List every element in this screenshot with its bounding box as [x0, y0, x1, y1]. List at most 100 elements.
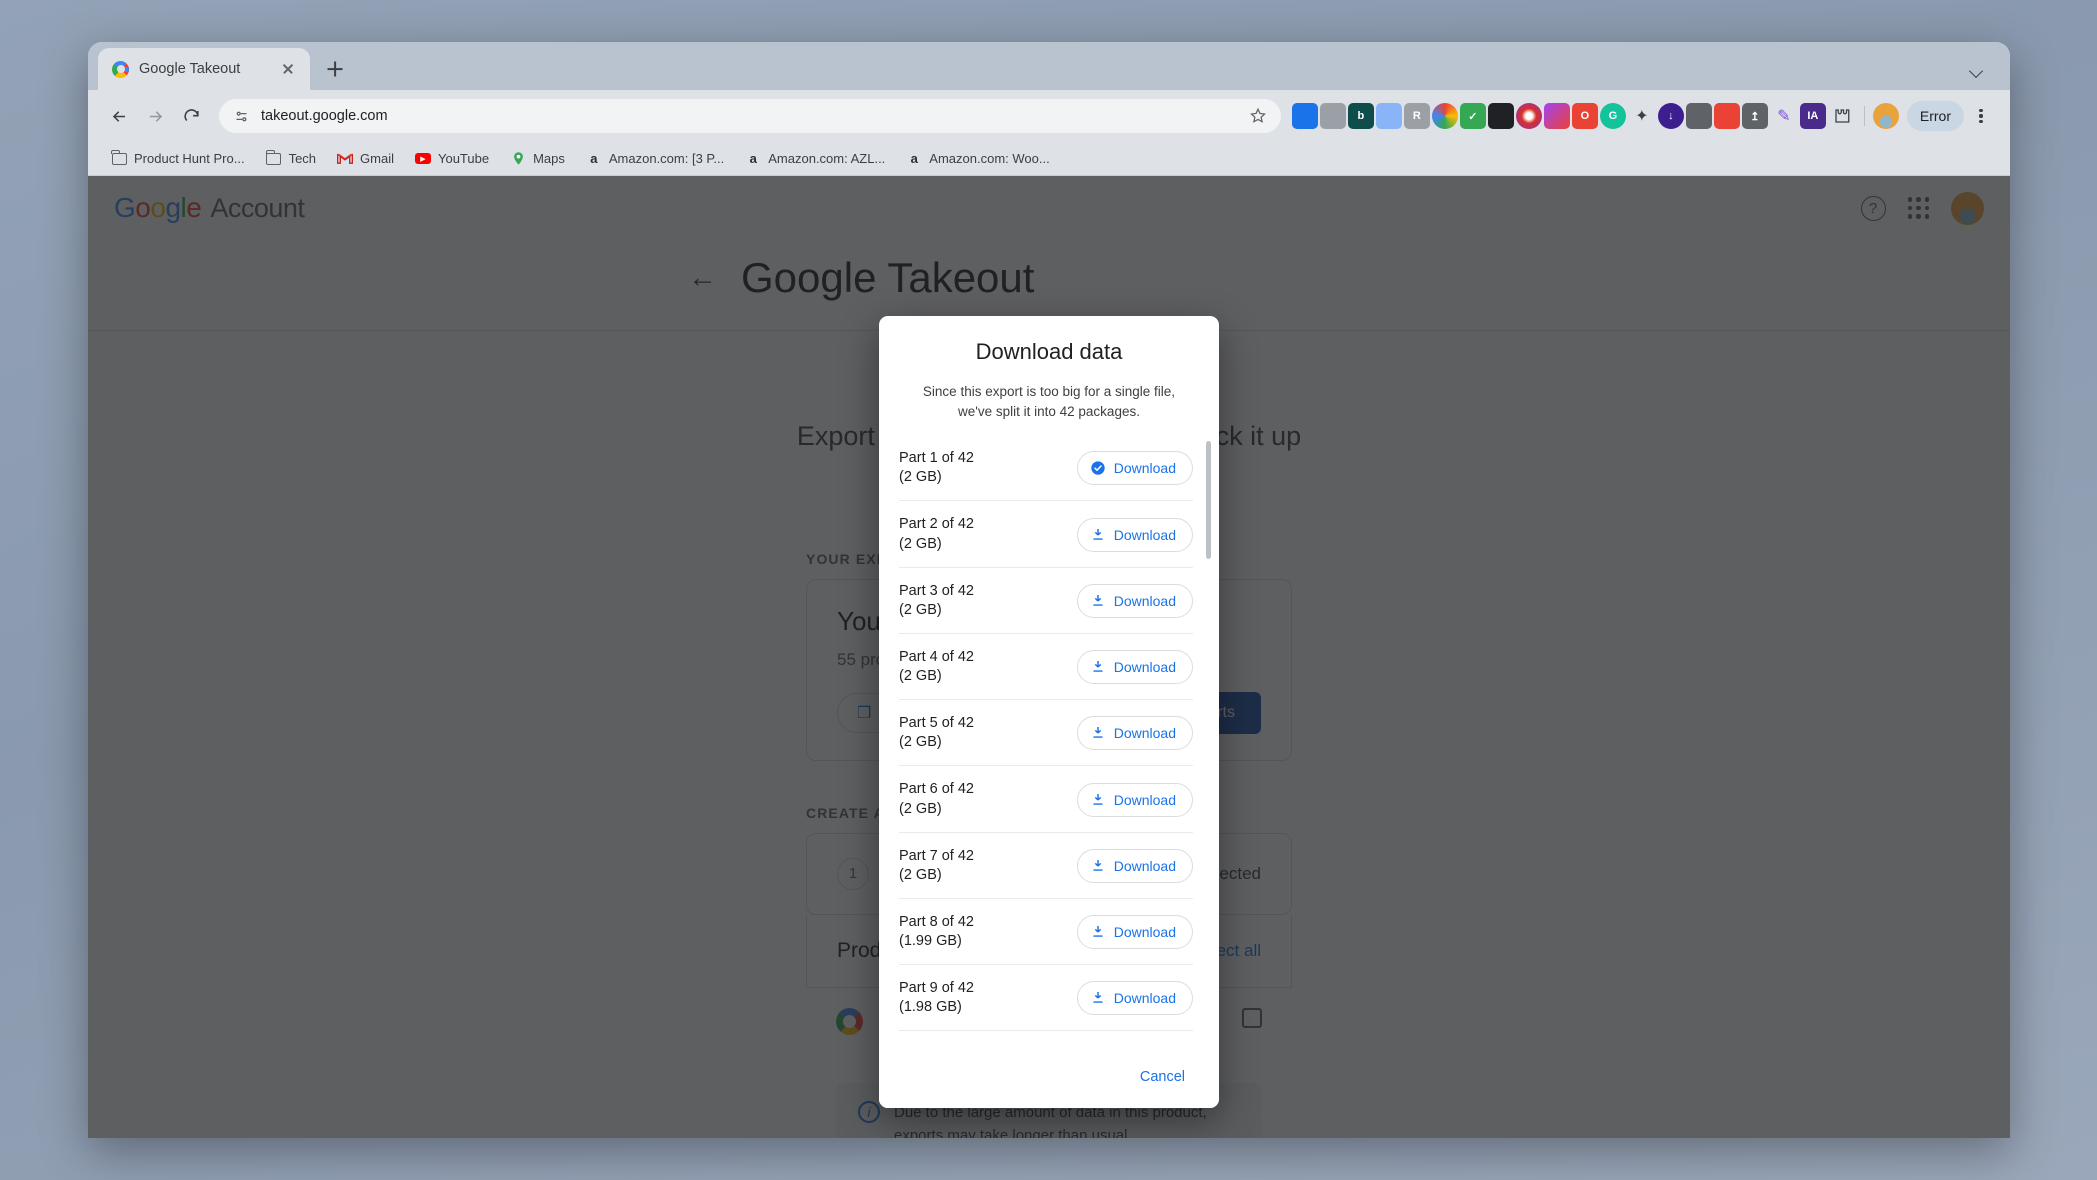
bookmarks-bar: Product Hunt Pro... Tech Gmail ▶ YouTube…: [88, 142, 2010, 176]
sparkle-extension-icon[interactable]: ✦: [1628, 102, 1656, 130]
part-size: (1.98 GB): [899, 999, 962, 1016]
part-info: Part 2 of 42 (2 GB): [899, 515, 974, 553]
part-size: (2 GB): [899, 668, 942, 684]
gradient-extension-icon[interactable]: [1543, 103, 1570, 129]
wave-extension-icon[interactable]: [1375, 103, 1402, 129]
amazon-icon: a: [590, 151, 598, 166]
download-extension-icon[interactable]: ↓: [1657, 103, 1684, 129]
cancel-button[interactable]: Cancel: [1130, 1060, 1195, 1094]
bookmark-youtube[interactable]: ▶ YouTube: [406, 147, 498, 171]
toolbar-divider: [1863, 106, 1865, 126]
forward-arrow-icon[interactable]: [138, 99, 172, 133]
r-extension-icon[interactable]: R: [1403, 103, 1430, 129]
new-tab-button[interactable]: [318, 52, 352, 86]
download-button[interactable]: Download: [1076, 716, 1193, 751]
dialog-title: Download data: [975, 339, 1123, 364]
part-size: (2 GB): [899, 800, 942, 817]
browser-menu-icon[interactable]: [1968, 103, 1994, 129]
grammarly-extension-icon[interactable]: G: [1599, 103, 1626, 129]
stripes-extension-icon[interactable]: [1291, 103, 1318, 129]
dialog-scrollbar-thumb[interactable]: [1206, 441, 1211, 560]
o-extension-icon[interactable]: O: [1571, 103, 1598, 129]
part-info: Part 4 of 42 (2 GB): [899, 648, 974, 686]
download-button[interactable]: Download: [1076, 583, 1193, 618]
pen-extension-icon[interactable]: ✎: [1770, 102, 1798, 130]
download-icon: [1090, 659, 1106, 675]
download-icon: [1090, 527, 1106, 543]
bitwarden-extension-icon[interactable]: b: [1347, 103, 1374, 129]
download-button[interactable]: Download: [1076, 848, 1193, 883]
download-button[interactable]: Download: [1076, 782, 1193, 817]
download-data-dialog: Download data Since this export is too b…: [879, 316, 1219, 1108]
bookmark-gmail[interactable]: Gmail: [328, 147, 403, 171]
image-extension-icon[interactable]: [1713, 103, 1740, 129]
download-icon: [1090, 593, 1106, 609]
bookmark-maps[interactable]: Maps: [501, 147, 574, 171]
amazon-icon: a: [749, 151, 757, 166]
close-icon[interactable]: [278, 59, 298, 79]
bookmark-amazon-3[interactable]: a Amazon.com: Woo...: [897, 147, 1058, 171]
bookmark-tech[interactable]: Tech: [257, 147, 325, 171]
part-name: Part 1 of 42: [899, 450, 974, 467]
download-label: Download: [1113, 791, 1176, 808]
ia-extension-icon[interactable]: IA: [1799, 103, 1826, 129]
part-name: Part 9 of 42: [899, 980, 974, 997]
part-row: Part 10 of 42(1.98 GB)Download: [899, 1031, 1193, 1046]
download-button[interactable]: Download: [1076, 517, 1193, 552]
download-label: Download: [1113, 857, 1176, 874]
address-bar[interactable]: takeout.google.com: [219, 99, 1281, 133]
avatar[interactable]: [1872, 103, 1899, 129]
download-button[interactable]: Download: [1076, 650, 1193, 684]
part-size: (2 GB): [899, 469, 942, 486]
extension-icons: b R ✓ O G ✦ ↓ ↥ ✎ IA: [1291, 102, 1856, 130]
part-row: Part 6 of 42 (2 GB) Download: [899, 766, 1193, 833]
download-label: Download: [1113, 725, 1176, 742]
grey-profile-extension-icon[interactable]: [1319, 103, 1346, 129]
chevron-down-icon[interactable]: [1966, 60, 1988, 82]
part-name: Part 6 of 42: [899, 781, 974, 798]
part-name: Part 5 of 42: [899, 715, 974, 732]
part-info: Part 1 of 42 (2 GB): [899, 449, 974, 487]
dark-globe-extension-icon[interactable]: [1487, 103, 1514, 129]
part-name: Part 2 of 42: [899, 516, 974, 533]
reload-icon[interactable]: [174, 99, 208, 133]
bookmark-product-hunt[interactable]: Product Hunt Pro...: [102, 147, 254, 171]
bookmark-star-icon[interactable]: [1249, 107, 1267, 125]
maps-icon: [510, 151, 526, 167]
download-button[interactable]: Download: [1076, 981, 1193, 1016]
parts-list[interactable]: Part 1 of 42 (2 GB) Download Part 2 of 42 (2…: [879, 435, 1219, 1046]
part-size: (1.99 GB): [899, 933, 962, 949]
browser-tab-google-takeout[interactable]: Google Takeout: [98, 48, 310, 90]
bookmark-amazon-1[interactable]: a Amazon.com: [3 P...: [577, 147, 733, 171]
download-button[interactable]: Download: [1076, 915, 1193, 949]
download-label: Download: [1113, 460, 1176, 477]
back-arrow-icon[interactable]: [102, 99, 136, 133]
part-row: Part 7 of 42 (2 GB) Download: [899, 833, 1193, 899]
page-settings-icon[interactable]: [233, 108, 250, 125]
status-badge[interactable]: Error: [1906, 101, 1964, 131]
part-name: Part 3 of 42: [899, 582, 974, 599]
bookmark-amazon-2[interactable]: a Amazon.com: AZL...: [736, 147, 894, 171]
part-info: Part 6 of 42 (2 GB): [899, 780, 974, 818]
upload-extension-icon[interactable]: ↥: [1741, 103, 1768, 129]
screenshot-extension-icon[interactable]: [1685, 103, 1712, 129]
part-size: (2 GB): [899, 734, 942, 751]
download-label: Download: [1113, 592, 1176, 609]
download-button[interactable]: Download: [1076, 451, 1193, 486]
color-wheel-extension-icon[interactable]: [1431, 103, 1458, 129]
page-content: GoogleAccount ? ← Google Takeout Your ac…: [88, 176, 2010, 1138]
part-row: Part 4 of 42 (2 GB) Download: [899, 634, 1193, 701]
part-size: (2 GB): [899, 866, 942, 883]
ring-extension-icon[interactable]: [1515, 103, 1542, 129]
download-icon: [1090, 858, 1106, 874]
folder-icon: [111, 149, 127, 167]
bookmark-label: Amazon.com: [3 P...: [608, 151, 725, 166]
gmail-icon: [337, 151, 354, 167]
bookmark-label: Product Hunt Pro...: [134, 151, 245, 166]
download-icon: [1090, 792, 1106, 808]
shield-check-extension-icon[interactable]: ✓: [1459, 103, 1486, 129]
part-info: Part 7 of 42 (2 GB): [899, 847, 974, 885]
part-row: Part 3 of 42 (2 GB) Download: [899, 568, 1193, 634]
puzzle-extensions-icon[interactable]: [1828, 102, 1856, 130]
part-info: Part 8 of 42 (1.99 GB): [899, 913, 974, 951]
